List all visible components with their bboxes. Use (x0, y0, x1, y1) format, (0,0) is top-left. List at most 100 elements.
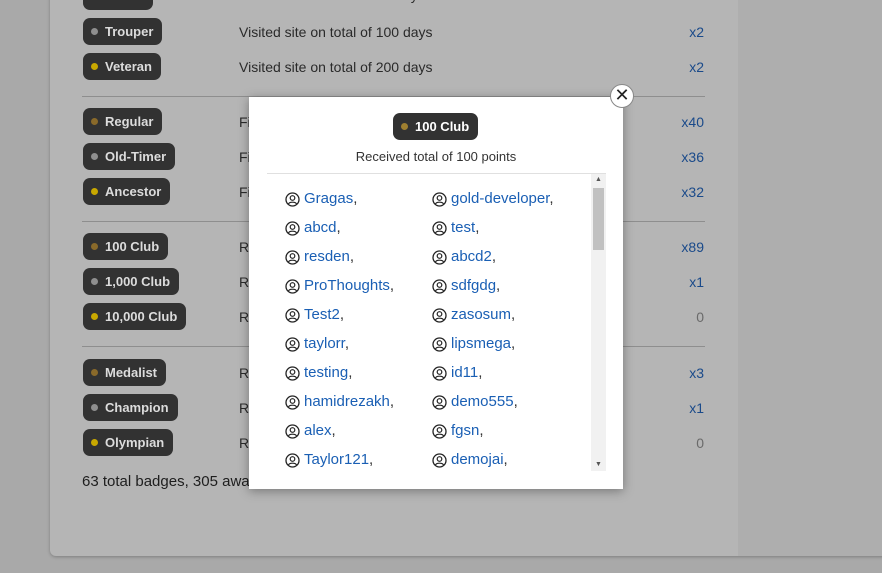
awardee-username[interactable]: sdfgdg (451, 277, 496, 294)
awardee-list-scrollbar[interactable]: ▲ ▼ (591, 174, 606, 471)
list-separator: , (549, 190, 554, 207)
awardee-user-link[interactable]: Test2, (285, 306, 344, 323)
badge-count-link[interactable]: x2 (689, 24, 704, 40)
awardee-list[interactable]: Gragas, abcd, resden, ProThoughts, Test2, tay… (267, 174, 591, 471)
list-separator: , (344, 335, 350, 352)
badge-count-link[interactable]: x89 (681, 239, 704, 255)
awardee-username[interactable]: gold-developer (451, 190, 549, 207)
awardee-user-link[interactable]: hamidrezakh, (285, 393, 394, 410)
badge-label: Trouper (105, 24, 154, 39)
badge-pill[interactable]: 100 Club (83, 233, 169, 260)
awardee-user-link[interactable]: zasosum, (432, 306, 515, 323)
badge-pill[interactable]: Trouper (83, 18, 163, 45)
list-separator: , (349, 248, 355, 265)
scroll-up-arrow-icon[interactable]: ▲ (591, 174, 606, 186)
badge-label: Ancestor (105, 184, 162, 199)
badge-label: Medalist (105, 365, 158, 380)
badge-description: R (239, 274, 250, 290)
badge-count: 0 (696, 435, 704, 451)
awardee-user-link[interactable]: test, (432, 219, 479, 236)
awardee-username[interactable]: resden (304, 248, 350, 265)
badge-pill[interactable] (83, 0, 153, 10)
badge-description: Visited site on total of 100 days (239, 24, 433, 40)
badge-pill[interactable]: Old-Timer (83, 143, 176, 170)
badge-tier-dot-icon (91, 369, 98, 376)
list-separator: , (348, 364, 353, 381)
awardee-user-link[interactable]: ProThoughts, (285, 277, 394, 294)
list-separator: , (339, 306, 345, 323)
awardee-username[interactable]: taylorr (304, 335, 345, 352)
list-separator: , (491, 248, 497, 265)
badge-count-link[interactable]: x1 (689, 274, 704, 290)
awardee-username[interactable]: Test2 (304, 306, 340, 323)
awardee-user-link[interactable]: demo555, (432, 393, 518, 410)
awardee-username[interactable]: alex (304, 422, 332, 439)
awardee-user-link[interactable]: Taylor121, (285, 451, 373, 468)
badge-tier-dot-icon (91, 439, 98, 446)
awardee-user-link[interactable]: sdfgdg, (432, 277, 500, 294)
badge-pill[interactable]: Champion (83, 394, 178, 421)
awardee-user-link[interactable]: alex, (285, 422, 336, 439)
scroll-down-arrow-icon[interactable]: ▼ (591, 459, 606, 471)
awardee-username[interactable]: abcd (304, 219, 337, 236)
awardee-username[interactable]: Gragas (304, 190, 353, 207)
badge-label: Regular (105, 114, 154, 129)
badge-count-link[interactable]: x3 (689, 0, 704, 3)
badge-pill[interactable]: 1,000 Club (83, 268, 180, 295)
awardee-user-link[interactable]: abcd2, (432, 248, 496, 265)
badge-awardees-modal: 100 Club Received total of 100 points Gr… (249, 97, 623, 489)
awardee-username[interactable]: demojai (451, 451, 504, 468)
list-separator: , (331, 422, 336, 439)
badge-tier-dot-icon (91, 63, 98, 70)
badge-pill[interactable]: Regular (83, 108, 163, 135)
awardee-username[interactable]: demo555 (451, 393, 514, 410)
awardee-user-link[interactable]: fgsn, (432, 422, 484, 439)
awardee-username[interactable]: fgsn (451, 422, 479, 439)
awardee-username[interactable]: test (451, 219, 475, 236)
awardee-user-link[interactable]: id11, (432, 364, 482, 381)
awardee-user-link[interactable]: abcd, (285, 219, 341, 236)
badge-pill[interactable]: 10,000 Club (83, 303, 187, 330)
awardee-username[interactable]: ProThoughts (304, 277, 390, 294)
badge-label: Old-Timer (105, 149, 167, 164)
list-separator: , (389, 393, 395, 410)
badge-pill[interactable]: Olympian (83, 429, 174, 456)
badge-tier-dot-icon (91, 404, 98, 411)
badge-label: Champion (105, 400, 169, 415)
badge-label: 10,000 Club (105, 309, 178, 324)
badge-tier-dot-icon (91, 118, 98, 125)
awardee-username[interactable]: id11 (451, 364, 478, 381)
badge-count-link[interactable]: x1 (689, 400, 704, 416)
list-separator: , (513, 393, 518, 410)
list-separator: , (336, 219, 341, 236)
badge-count-link[interactable]: x3 (689, 365, 704, 381)
badge-count-link[interactable]: x32 (681, 184, 704, 200)
card-sidebar-strip (738, 0, 882, 556)
badge-count-link[interactable]: x36 (681, 149, 704, 165)
badge-label: 100 Club (105, 239, 160, 254)
badge-pill[interactable]: Ancestor (83, 178, 171, 205)
awardee-username[interactable]: zasosum (451, 306, 511, 323)
badges-summary: 63 total badges, 305 awa (82, 473, 250, 490)
awardee-user-link[interactable]: gold-developer, (432, 190, 554, 207)
awardee-user-link[interactable]: lipsmega, (432, 335, 515, 352)
awardee-username[interactable]: hamidrezakh (304, 393, 390, 410)
badge-pill[interactable]: Medalist (83, 359, 167, 386)
awardee-user-link[interactable]: Gragas, (285, 190, 357, 207)
awardee-user-link[interactable]: testing, (285, 364, 352, 381)
awardee-user-link[interactable]: resden, (285, 248, 354, 265)
badge-tier-dot-icon (91, 188, 98, 195)
badge-label: Veteran (105, 59, 152, 74)
awardee-user-link[interactable]: taylorr, (285, 335, 349, 352)
awardee-username[interactable]: Taylor121 (304, 451, 369, 468)
scrollbar-thumb[interactable] (593, 188, 604, 250)
badge-count-link[interactable]: x40 (681, 114, 704, 130)
awardee-user-link[interactable]: demojai, (432, 451, 508, 468)
badge-pill[interactable]: Veteran (83, 53, 161, 80)
awardee-username[interactable]: abcd2 (451, 248, 492, 265)
modal-close-button[interactable]: ✕ (610, 84, 634, 108)
badge-count-link[interactable]: x2 (689, 59, 704, 75)
modal-badge-label: 100 Club (415, 119, 470, 134)
awardee-username[interactable]: lipsmega (451, 335, 511, 352)
awardee-username[interactable]: testing (304, 364, 348, 381)
